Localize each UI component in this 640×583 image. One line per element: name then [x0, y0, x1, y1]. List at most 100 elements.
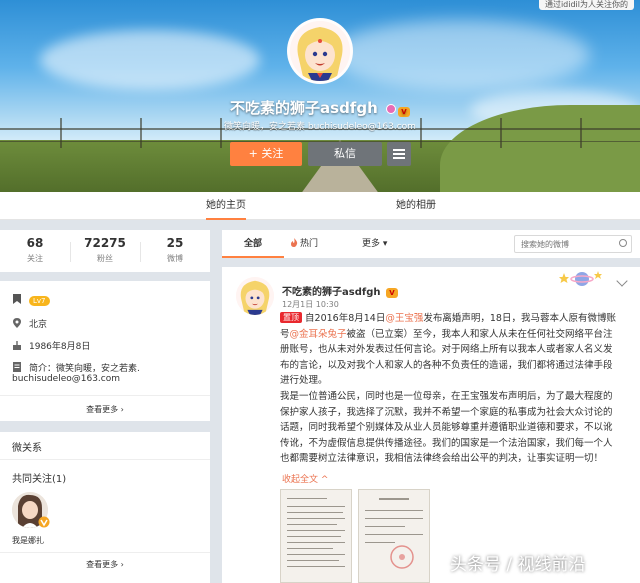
info-location-row: 北京 [12, 317, 47, 330]
post-author-name-text: 不吃素的狮子asdfgh [282, 287, 381, 298]
more-menu-button[interactable] [387, 142, 411, 166]
red-seal-stamp-icon [390, 545, 414, 569]
info-birthday: 1986年8月8日 [29, 342, 91, 352]
decorative-stars-icon [559, 271, 602, 286]
profile-avatar[interactable] [287, 18, 353, 84]
divider [0, 552, 210, 553]
stat-followers[interactable]: 72275 粉丝 [70, 236, 140, 264]
vip-orange-icon [38, 516, 50, 528]
top-tip[interactable]: 通过ididil为人关注你的 [538, 0, 634, 10]
badge-icon [13, 294, 21, 304]
hamburger-icon [393, 157, 405, 159]
cover-cloud [40, 30, 260, 90]
info-intro-email: buchisudeleo@163.com [12, 374, 121, 384]
post-menu-chevron-icon[interactable] [616, 275, 628, 287]
profile-name: 不吃素的狮子asdfgh V [0, 97, 640, 118]
mutual-follow-title[interactable]: 共同关注(1) [12, 470, 66, 485]
vip-crown-icon[interactable]: V [385, 288, 398, 298]
fire-icon [291, 238, 298, 247]
feed-tab-all[interactable]: 全部 [222, 230, 284, 258]
doc-line [287, 518, 345, 519]
sailor-moon-avatar-icon [236, 277, 274, 315]
feed-search-input[interactable] [514, 235, 632, 253]
stat-number: 68 [26, 236, 44, 250]
relations-more-link[interactable]: 查看更多 › [0, 559, 210, 570]
doc-line [287, 542, 345, 543]
doc-line [287, 536, 341, 537]
mention-link[interactable]: @王宝强 [385, 313, 423, 324]
stats-card: 68 关注 72275 粉丝 25 微博 [0, 230, 210, 272]
stat-label: 微博 [167, 254, 183, 263]
message-button[interactable]: 私信 [308, 142, 382, 166]
intro-doc-icon [13, 362, 21, 372]
profile-description: 微笑向暖，安之若素 buchisudeleo@163.com [224, 122, 416, 132]
feed-tab-hot[interactable]: 热门 [290, 230, 318, 258]
stat-posts[interactable]: 25 微博 [140, 236, 210, 264]
stat-number: 25 [166, 236, 184, 250]
doc-line [287, 530, 345, 531]
stat-following[interactable]: 68 关注 [0, 236, 70, 264]
doc-line [287, 548, 333, 549]
doc-title-line [379, 498, 409, 500]
birthday-cake-icon [13, 341, 21, 350]
info-intro: 简介：微笑向暖，安之若素. [29, 364, 140, 374]
relations-card: 微关系 共同关注(1) 我是娜扎 查看更多 › [0, 432, 210, 583]
post-text-segment: 我是一位普通公民，同时也是一位母亲，在王宝强发布声明后，为了最大程度的保护家人孩… [280, 390, 613, 465]
post-text: 置顶 自2016年8月14日@王宝强发布离婚声明，18日，我马蓉本人原有微博账号… [280, 311, 620, 467]
friend-name[interactable]: 我是娜扎 [12, 535, 44, 546]
tab-her-home[interactable]: 她的主页 [206, 192, 246, 220]
doc-line [287, 560, 339, 561]
info-more-link[interactable]: 查看更多 › [0, 404, 210, 415]
profile-tabbar: 她的主页 她的相册 [0, 192, 640, 220]
hamburger-icon [393, 153, 405, 155]
divider [0, 459, 210, 460]
doc-line [287, 512, 343, 513]
feed-tab-hot-label: 热门 [300, 239, 319, 249]
info-level-row: Lv7 [12, 294, 50, 306]
post-image-document[interactable] [280, 489, 352, 583]
post-image-document[interactable] [358, 489, 430, 583]
follow-button[interactable]: + 关注 [230, 142, 302, 166]
profile-name-text: 不吃素的狮子asdfgh [230, 99, 378, 117]
divider [0, 395, 210, 396]
feed-filter-bar: 全部 热门 更多 ▾ [222, 230, 640, 258]
info-birthday-row: 1986年8月8日 [12, 339, 90, 352]
feed-tab-more[interactable]: 更多 ▾ [362, 230, 387, 258]
location-pin-icon [13, 318, 21, 328]
level-badge[interactable]: Lv7 [29, 296, 50, 306]
hamburger-icon [393, 149, 405, 151]
doc-line [365, 526, 405, 527]
stat-label: 粉丝 [97, 254, 113, 263]
collapse-text-link[interactable]: 收起全文 ^ [282, 472, 328, 485]
tab-her-album[interactable]: 她的相册 [396, 192, 436, 220]
doc-line [287, 506, 345, 507]
post-author-avatar[interactable] [236, 277, 274, 315]
post-text-segment: 自2016年8月14日 [305, 313, 386, 324]
doc-line [287, 498, 327, 499]
doc-line [287, 554, 345, 555]
doc-line [365, 518, 423, 519]
doc-line [365, 510, 423, 511]
gender-female-icon [385, 103, 396, 114]
stat-label: 关注 [27, 254, 43, 263]
pinned-tag: 置顶 [280, 312, 302, 323]
stat-number: 72275 [84, 236, 126, 250]
cover-cloud [330, 20, 590, 90]
doc-line [287, 524, 337, 525]
info-location: 北京 [29, 320, 48, 330]
pinned-post: 不吃素的狮子asdfgh V 12月1日 10:30 置顶 自2016年8月14… [222, 267, 640, 583]
watermark-text: 头条号 / 视线前沿 [450, 555, 586, 575]
vip-crown-icon[interactable]: V [397, 106, 410, 117]
info-card: Lv7 北京 1986年8月8日 简介：微笑向暖，安之若素. buchisude… [0, 281, 210, 421]
mention-link[interactable]: @金耳朵兔子 [290, 329, 347, 340]
post-author-name[interactable]: 不吃素的狮子asdfgh V [282, 283, 398, 298]
doc-line [287, 566, 345, 567]
doc-line [365, 534, 423, 535]
search-icon[interactable] [619, 239, 627, 247]
post-timestamp[interactable]: 12月1日 10:30 [282, 299, 339, 310]
doc-line [365, 542, 395, 543]
profile-badges: V [383, 100, 410, 118]
relations-title: 微关系 [12, 443, 42, 454]
sailor-moon-avatar-icon [290, 21, 350, 81]
info-intro-row: 简介：微笑向暖，安之若素. [12, 361, 140, 374]
